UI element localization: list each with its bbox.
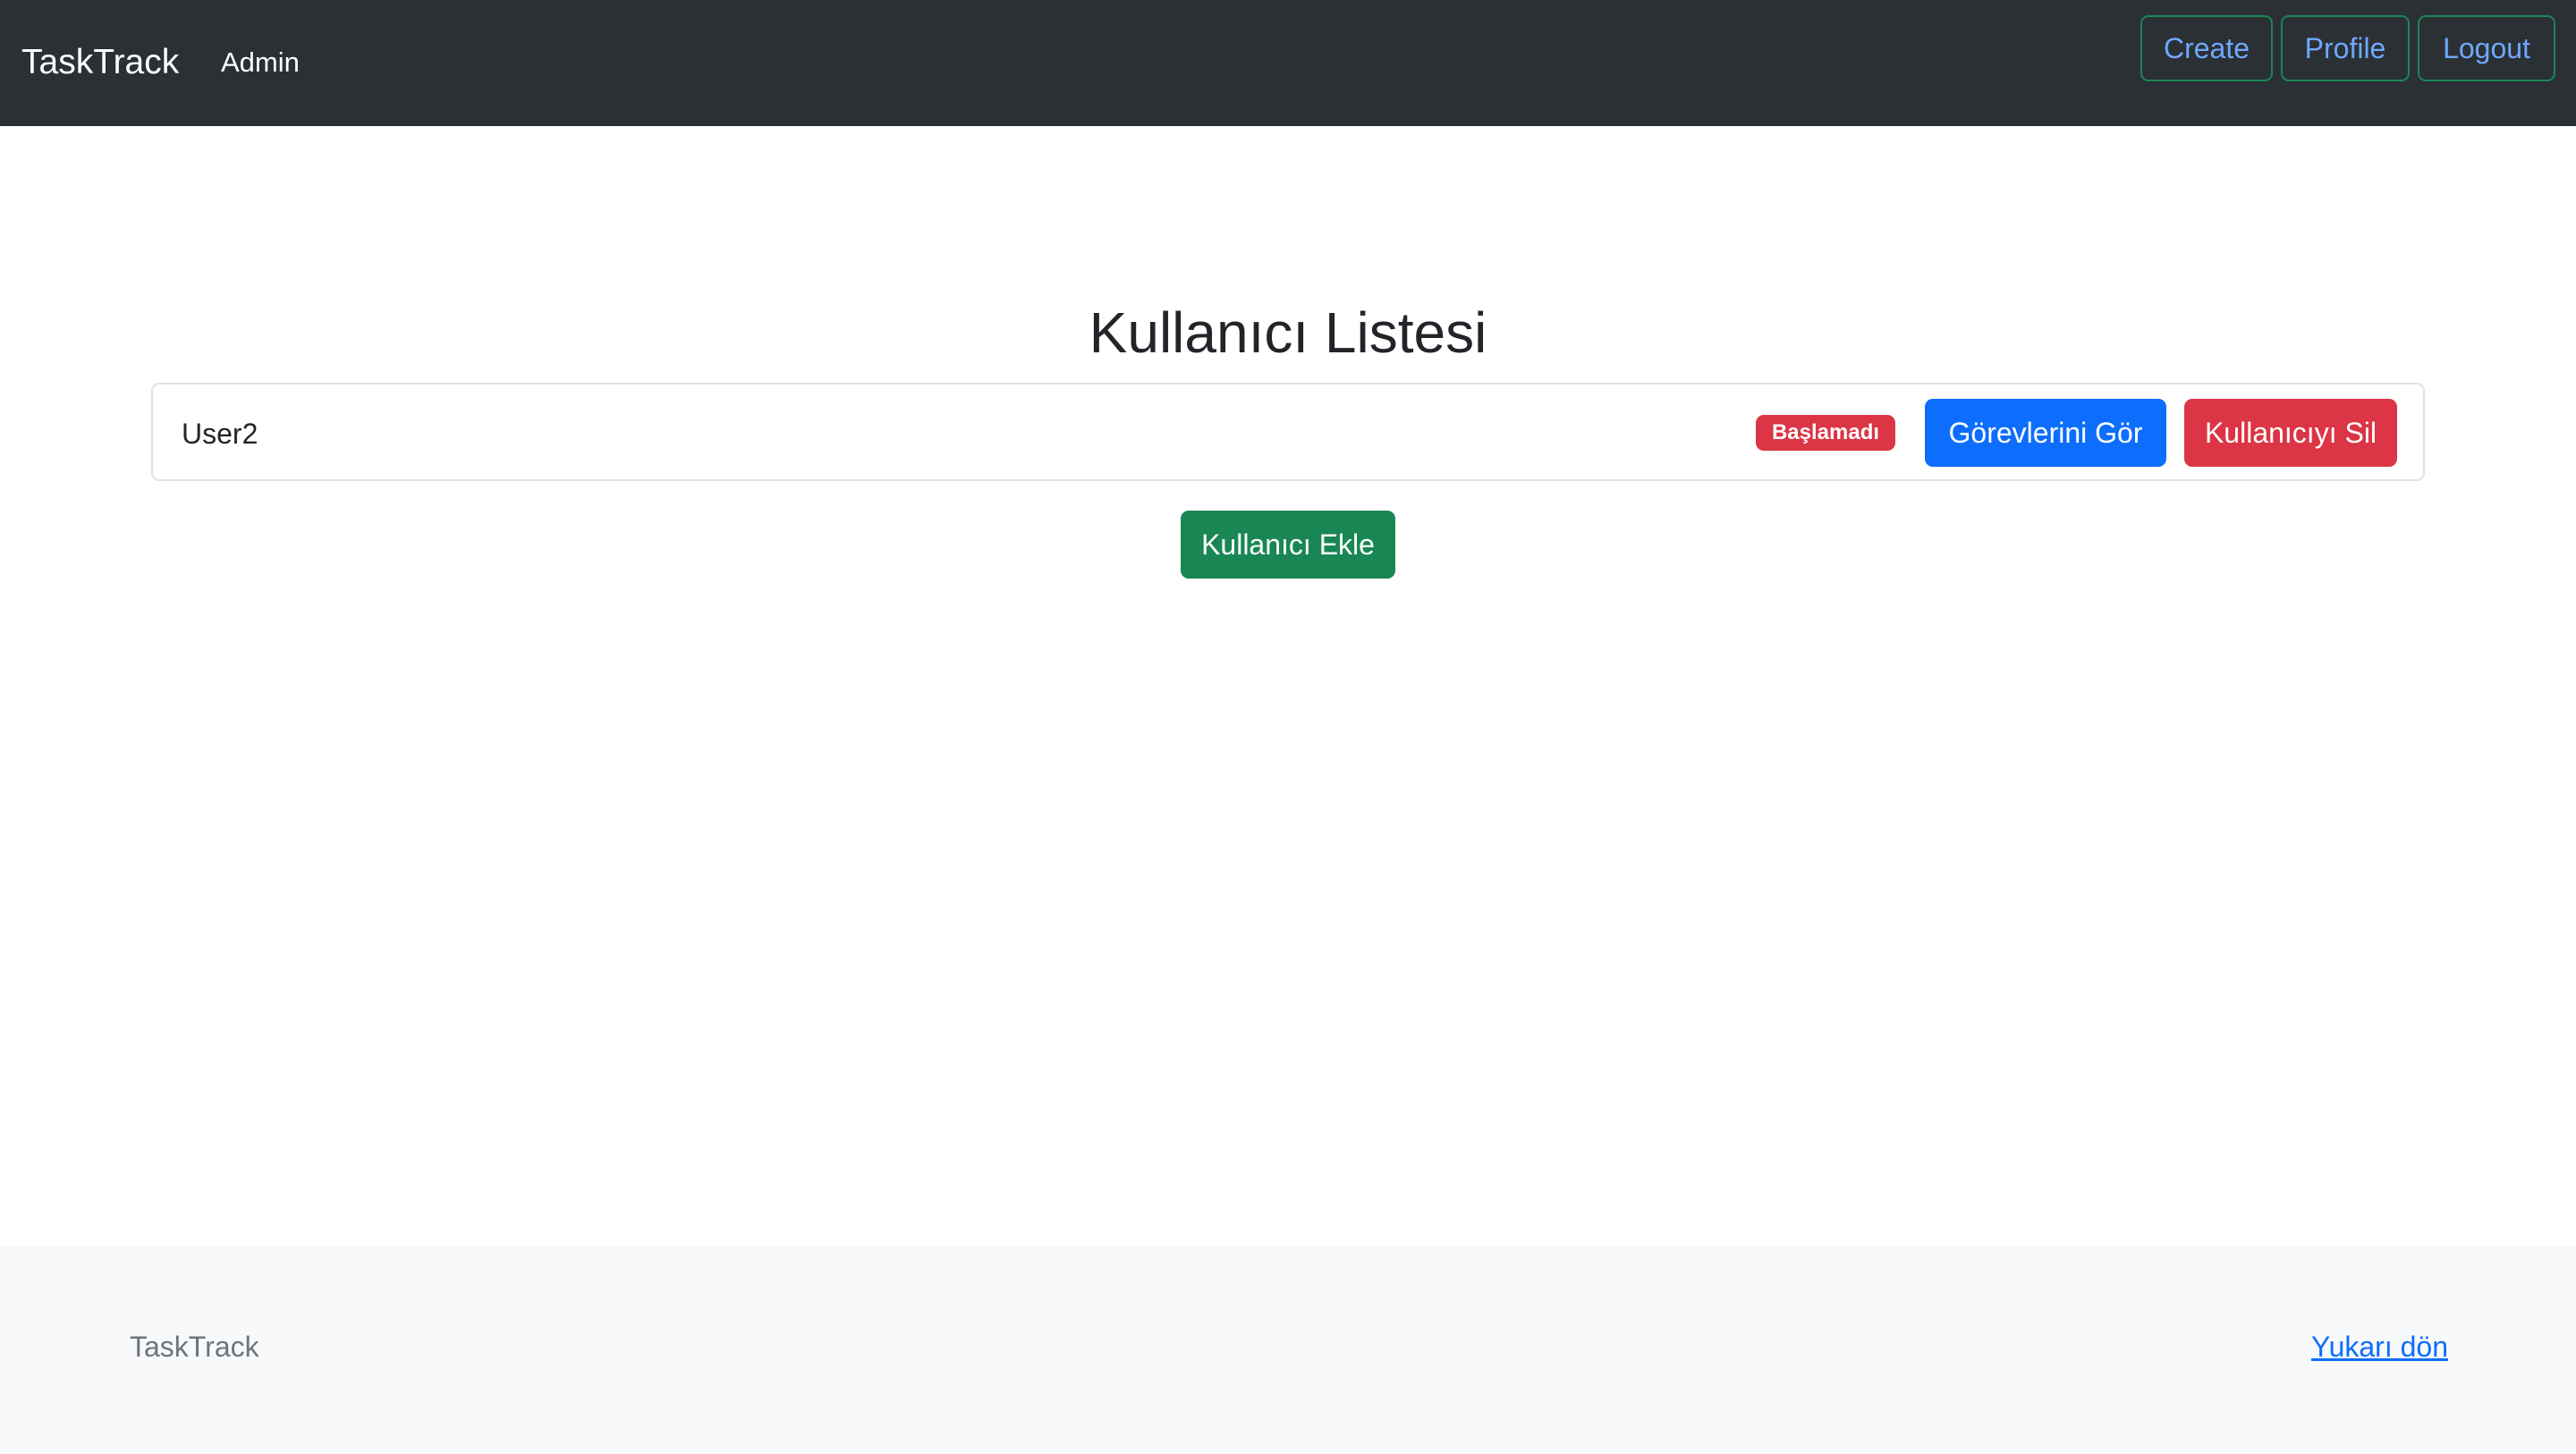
add-user-button[interactable]: Kullanıcı Ekle bbox=[1181, 511, 1395, 579]
back-to-top-link[interactable]: Yukarı dön bbox=[2311, 1327, 2448, 1366]
user-name: User2 bbox=[182, 418, 258, 450]
create-button[interactable]: Create bbox=[2140, 15, 2273, 81]
delete-user-button[interactable]: Kullanıcıyı Sil bbox=[2184, 399, 2397, 467]
status-badge: Başlamadı bbox=[1756, 415, 1895, 451]
profile-button[interactable]: Profile bbox=[2281, 15, 2410, 81]
top-navbar: TaskTrack Admin Create Profile Logout bbox=[0, 0, 2576, 126]
logout-button[interactable]: Logout bbox=[2418, 15, 2555, 81]
footer-brand: TaskTrack bbox=[130, 1331, 259, 1363]
nav-link-admin[interactable]: Admin bbox=[221, 43, 300, 82]
navbar-brand[interactable]: TaskTrack bbox=[21, 39, 179, 86]
view-tasks-button[interactable]: Görevlerini Gör bbox=[1925, 399, 2166, 467]
footer: TaskTrack Yukarı dön bbox=[0, 1246, 2576, 1454]
list-item: User2 Başlamadı Görevlerini Gör Kullanıc… bbox=[151, 383, 2425, 481]
page-title: Kullanıcı Listesi bbox=[1089, 300, 1487, 365]
